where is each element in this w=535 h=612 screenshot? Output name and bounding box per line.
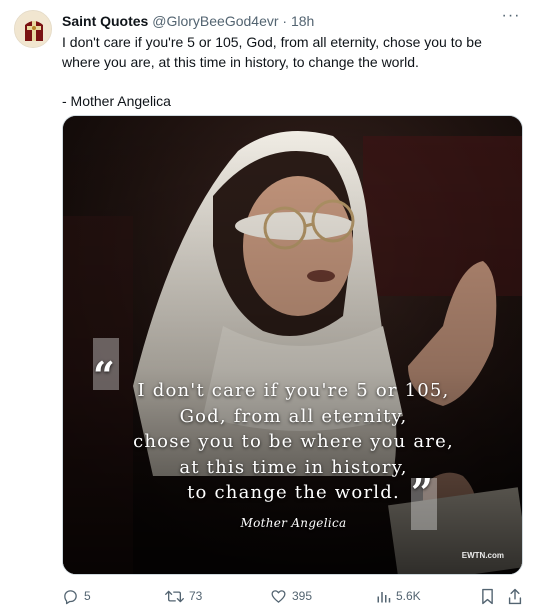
like-icon <box>271 589 286 603</box>
reply-count: 5 <box>84 589 91 603</box>
bookmark-button[interactable] <box>480 586 495 606</box>
photo-background <box>63 116 522 574</box>
author-handle[interactable]: @GloryBeeGod4evr <box>152 13 278 29</box>
like-button[interactable]: 395 <box>270 586 312 606</box>
quote-line-3: chose you to be where you are, <box>133 431 454 452</box>
more-icon[interactable]: ··· <box>501 8 521 26</box>
image-quote: I don't care if you're 5 or 105, God, fr… <box>63 378 522 506</box>
avatar-image <box>15 11 51 47</box>
quote-line-4: at this time in history, <box>179 456 408 478</box>
author-name[interactable]: Saint Quotes <box>62 13 148 29</box>
tweet-header: Saint Quotes @GloryBeeGod4evr · 18h <box>62 12 314 30</box>
quote-line-2: God, from all eternity, <box>179 405 408 427</box>
tweet-body: I don't care if you're 5 or 105, God, fr… <box>62 34 482 70</box>
image-author: Mother Angelica <box>240 516 347 530</box>
reply-icon <box>64 589 77 604</box>
reply-button[interactable]: 5 <box>62 586 91 606</box>
tweet-attribution: - Mother Angelica <box>62 92 171 109</box>
avatar[interactable] <box>14 10 52 48</box>
quote-line-5: to change the world. <box>187 482 400 503</box>
repost-button[interactable]: 73 <box>165 586 202 606</box>
views-button[interactable]: 5.6K <box>376 586 421 606</box>
image-watermark: EWTN.com <box>461 551 504 560</box>
share-icon <box>508 588 522 604</box>
quote-line-1: I don't care if you're 5 or 105, <box>137 380 450 401</box>
action-bar: 5 73 395 5.6K <box>62 586 523 606</box>
tweet-time[interactable]: 18h <box>291 13 314 29</box>
tweet[interactable]: Saint Quotes @GloryBeeGod4evr · 18h ··· … <box>0 0 535 612</box>
bookmark-icon <box>482 588 493 604</box>
views-count: 5.6K <box>396 589 421 603</box>
views-icon <box>377 591 391 602</box>
close-quote-mark: ” <box>411 470 433 515</box>
header-separator: · <box>282 13 288 29</box>
tweet-image[interactable]: “ I don't care if you're 5 or 105, God, … <box>62 115 523 575</box>
tweet-text: I don't care if you're 5 or 105, God, fr… <box>62 33 522 111</box>
like-count: 395 <box>292 589 313 603</box>
share-button[interactable] <box>507 586 523 606</box>
repost-count: 73 <box>189 589 203 603</box>
repost-icon <box>165 590 184 602</box>
